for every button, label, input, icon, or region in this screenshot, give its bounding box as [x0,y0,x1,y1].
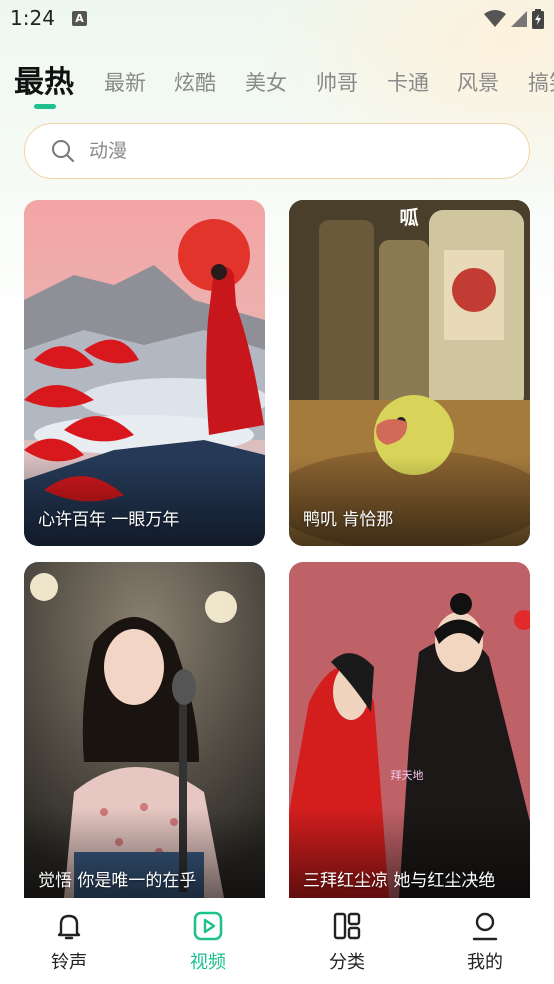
video-card[interactable]: 呱 鸭叽 肯恰那 [289,200,530,546]
signal-icon [511,11,527,27]
card-gradient [289,456,530,546]
tab-cartoon[interactable]: 卡通 [387,58,429,108]
category-tabs: 最热 最新 炫酷 美女 帅哥 卡通 风景 搞笑 [0,58,554,114]
card-overlay-text: 拜天地 [391,769,424,782]
card-title: 三拜红尘凉 她与红尘决绝 [303,871,496,891]
tab-scenery[interactable]: 风景 [457,58,499,108]
nav-profile[interactable]: 我的 [435,898,535,984]
nav-label: 铃声 [51,952,87,973]
card-title: 觉悟 你是唯一的在乎 [38,871,197,891]
nav-label: 我的 [467,952,503,973]
tab-handsome[interactable]: 帅哥 [316,58,358,108]
play-icon [193,911,223,941]
video-card[interactable]: 拜天地 三拜红尘凉 她与红尘决绝 [289,562,530,898]
video-card[interactable]: 觉悟 你是唯一的在乎 [24,562,265,898]
bottom-navigation: 铃声 视频 分类 我的 [0,898,554,984]
card-title: 鸭叽 肯恰那 [303,510,394,530]
tab-newest[interactable]: 最新 [104,58,146,108]
search-bar[interactable]: 动漫 [24,123,530,179]
battery-icon [532,9,544,29]
status-time: 1:24 [10,6,55,30]
card-overlay-text: 呱 [399,206,418,229]
bell-icon [57,914,81,940]
status-icons [484,8,544,30]
card-gradient [24,456,265,546]
tab-hottest[interactable]: 最热 [14,58,74,108]
nav-videos[interactable]: 视频 [158,898,258,984]
search-icon [52,140,74,162]
user-icon [472,912,498,941]
search-placeholder: 动漫 [89,140,128,162]
tab-funny[interactable]: 搞笑 [528,58,554,108]
status-bar: 1:24 A [0,0,554,40]
nav-label: 分类 [329,952,365,973]
nav-ringtones[interactable]: 铃声 [19,898,119,984]
video-card[interactable]: 心许百年 一眼万年 [24,200,265,546]
nav-categories[interactable]: 分类 [297,898,397,984]
category-icon [333,912,361,940]
active-tab-indicator [34,104,56,109]
tab-beauty[interactable]: 美女 [245,58,287,108]
card-title: 心许百年 一眼万年 [38,510,180,530]
wifi-icon [484,10,506,27]
notification-icon: A [72,11,87,26]
tab-cool[interactable]: 炫酷 [174,58,216,108]
nav-label: 视频 [190,952,226,973]
